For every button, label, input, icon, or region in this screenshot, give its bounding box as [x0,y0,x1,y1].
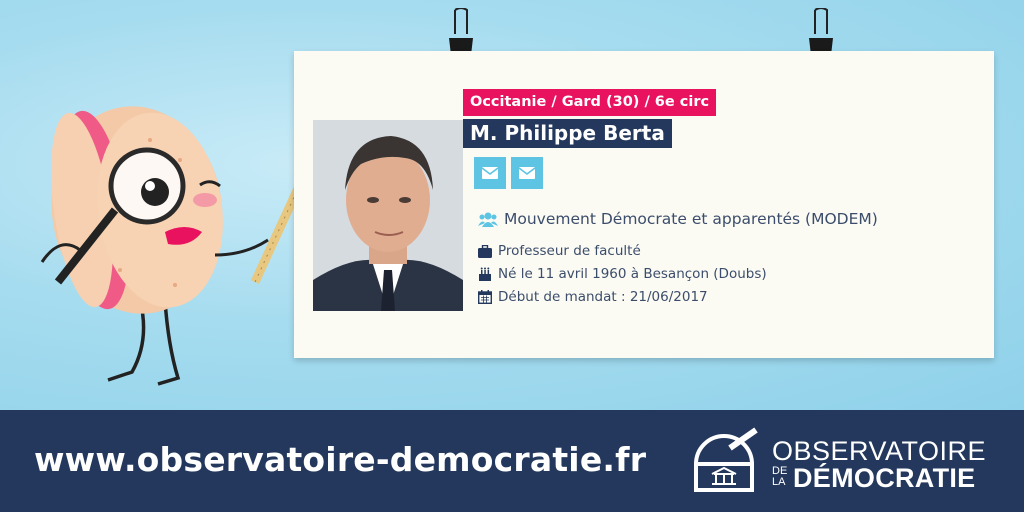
observatoire-logo: OBSERVATOIRE DE LA DÉMOCRATIE [690,424,1010,496]
deputy-name: M. Philippe Berta [463,119,672,148]
logo-line-democratie: DÉMOCRATIE [793,463,976,493]
macaron-mascot [40,106,329,386]
profession-row: Professeur de faculté [478,243,641,259]
birth-info: Né le 11 avril 1960 à Besançon (Doubs) [498,266,767,282]
envelope-icon [482,167,498,179]
mandate-row: Début de mandat : 21/06/2017 [478,289,708,305]
mandate-start: Début de mandat : 21/06/2017 [498,289,708,305]
profession: Professeur de faculté [498,243,641,259]
deputy-portrait [313,120,463,311]
logo-la: LA [772,476,786,488]
website-link[interactable]: www.observatoire-democratie.fr [34,440,646,479]
envelope-icon [519,167,535,179]
observatory-icon [694,427,758,492]
users-icon [478,211,498,227]
briefcase-icon [478,244,492,258]
political-group-row: Mouvement Démocrate et apparentés (MODEM… [478,210,878,228]
constituency-label: Occitanie / Gard (30) / 6e circ [463,89,717,116]
calendar-icon [478,290,492,304]
birth-row: Né le 11 avril 1960 à Besançon (Doubs) [478,266,767,282]
email-button[interactable] [474,157,506,189]
email-button-secondary[interactable] [511,157,543,189]
birthday-cake-icon [478,267,492,281]
political-group: Mouvement Démocrate et apparentés (MODEM… [504,210,878,228]
